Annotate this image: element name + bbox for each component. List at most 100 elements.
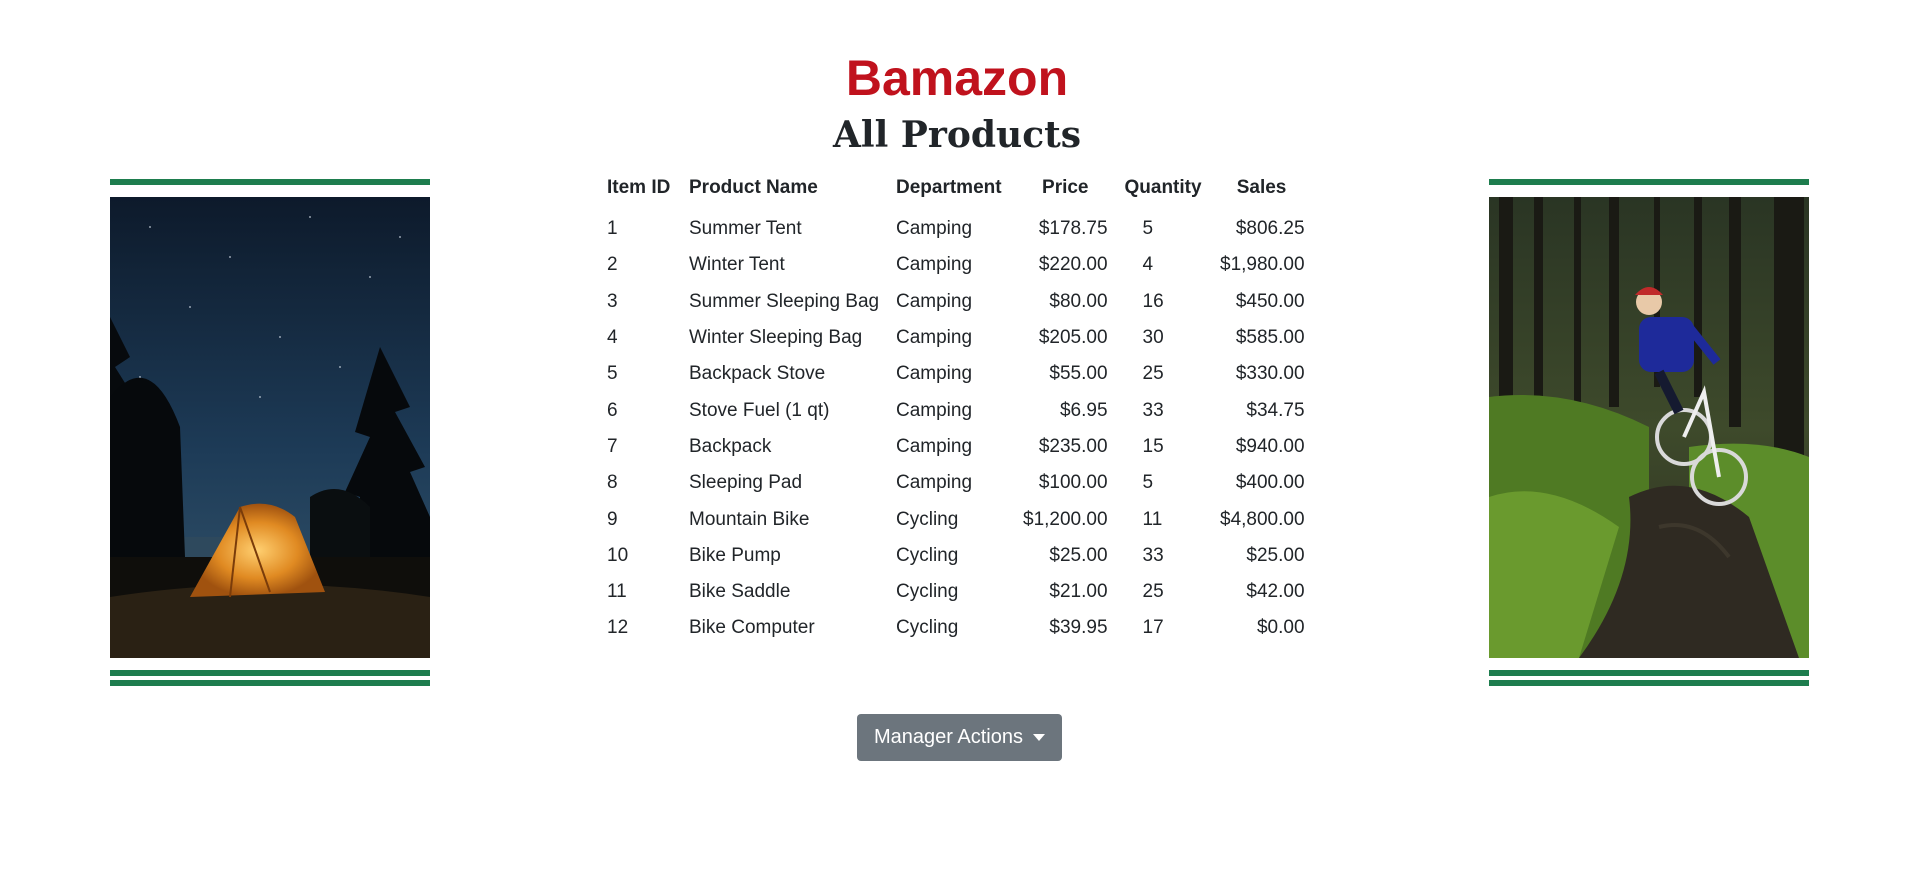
sales-cell: $42.00 (1246, 581, 1305, 603)
product-name-cell: Stove Fuel (1 qt) (689, 399, 830, 421)
department-cell: Camping (896, 290, 973, 312)
table-header-row: Item ID Product Name Department Price Qu… (600, 171, 1312, 211)
sales-cell: $25.00 (1246, 544, 1305, 566)
department-cell: Camping (896, 435, 973, 457)
department-cell: Camping (896, 363, 973, 385)
department-cell: Camping (896, 399, 973, 421)
table-row: 8 Sleeping Pad Camping $100.00 5 $400.00 (600, 465, 1312, 501)
quantity-cell: 4 (1142, 254, 1154, 276)
manager-actions-label: Manager Actions (874, 726, 1023, 748)
item-id-cell: 3 (607, 290, 618, 312)
price-cell: $80.00 (1049, 290, 1108, 312)
product-name-cell: Bike Computer (689, 617, 815, 639)
product-name-cell: Backpack (689, 435, 772, 457)
sales-cell: $585.00 (1235, 327, 1305, 349)
sales-cell: $330.00 (1235, 363, 1305, 385)
department-cell: Cycling (896, 508, 959, 530)
department-cell: Camping (896, 218, 973, 240)
item-id-cell: 7 (607, 435, 618, 457)
table-row: 12 Bike Computer Cycling $39.95 17 $0.00 (600, 610, 1312, 646)
quantity-cell: 5 (1142, 472, 1154, 494)
price-cell: $100.00 (1038, 472, 1108, 494)
item-id-cell: 4 (607, 327, 618, 349)
table-row: 6 Stove Fuel (1 qt) Camping $6.95 33 $34.75 (600, 392, 1312, 428)
sales-cell: $806.25 (1235, 218, 1305, 240)
manager-actions-dropdown-button[interactable]: Manager Actions (857, 714, 1062, 761)
sales-cell: $0.00 (1256, 617, 1305, 639)
table-row: 5 Backpack Stove Camping $55.00 25 $330.00 (600, 356, 1312, 392)
sales-cell: $4,800.00 (1220, 508, 1305, 530)
quantity-cell: 5 (1142, 218, 1154, 240)
table-body: 1 Summer Tent Camping $178.75 5 $806.25 2 Winte… (600, 211, 1312, 647)
column-header-sales: Sales (1236, 177, 1287, 198)
table-row: 3 Summer Sleeping Bag Camping $80.00 16 $450.… (600, 284, 1312, 320)
product-name-cell: Summer Tent (689, 218, 802, 240)
table-row: 2 Winter Tent Camping $220.00 4 $1,980.00 (600, 247, 1312, 283)
green-divider (1489, 179, 1809, 185)
department-cell: Cycling (896, 581, 959, 603)
product-name-cell: Winter Tent (689, 254, 785, 276)
quantity-cell: 15 (1142, 435, 1164, 457)
item-id-cell: 6 (607, 399, 618, 421)
table-row: 10 Bike Pump Cycling $25.00 33 $25.00 (600, 538, 1312, 574)
quantity-cell: 30 (1142, 327, 1164, 349)
price-cell: $178.75 (1038, 218, 1108, 240)
column-header-price: Price (1042, 177, 1089, 198)
page-subtitle: All Products (832, 114, 1082, 156)
item-id-cell: 10 (607, 544, 629, 566)
product-name-cell: Mountain Bike (689, 508, 810, 530)
brand-title: Bamazon (845, 50, 1069, 106)
item-id-cell: 11 (607, 581, 627, 603)
item-id-cell: 1 (607, 218, 618, 240)
green-divider (110, 179, 430, 185)
tent-at-night-photo (110, 197, 430, 658)
table-row: 7 Backpack Camping $235.00 15 $940.00 (600, 429, 1312, 465)
left-photo-frame (110, 179, 430, 686)
products-table: Item ID Product Name Department Price Qu… (600, 171, 1312, 647)
product-name-cell: Summer Sleeping Bag (689, 290, 880, 312)
department-cell: Camping (896, 254, 973, 276)
price-cell: $25.00 (1049, 544, 1108, 566)
green-divider (110, 680, 430, 686)
sales-cell: $400.00 (1235, 472, 1305, 494)
green-divider (1489, 680, 1809, 686)
item-id-cell: 2 (607, 254, 618, 276)
sales-cell: $1,980.00 (1220, 254, 1305, 276)
department-cell: Camping (896, 327, 973, 349)
price-cell: $6.95 (1059, 399, 1108, 421)
item-id-cell: 5 (607, 363, 618, 385)
price-cell: $39.95 (1049, 617, 1108, 639)
department-cell: Cycling (896, 617, 959, 639)
product-name-cell: Bike Pump (689, 544, 781, 566)
product-name-cell: Winter Sleeping Bag (689, 327, 863, 349)
quantity-cell: 25 (1142, 363, 1164, 385)
sales-cell: $940.00 (1235, 435, 1305, 457)
table-row: 11 Bike Saddle Cycling $21.00 25 $42.00 (600, 574, 1312, 610)
price-cell: $21.00 (1049, 581, 1108, 603)
right-photo-frame (1489, 179, 1809, 686)
table-row: 9 Mountain Bike Cycling $1,200.00 11 $4,800.0… (600, 501, 1312, 537)
quantity-cell: 33 (1142, 544, 1164, 566)
column-header-department: Department (896, 177, 1002, 198)
quantity-cell: 25 (1142, 581, 1164, 603)
price-cell: $1,200.00 (1023, 508, 1108, 530)
quantity-cell: 11 (1142, 508, 1163, 530)
table-row: 1 Summer Tent Camping $178.75 5 $806.25 (600, 211, 1312, 247)
mountain-biker-photo (1489, 197, 1809, 658)
quantity-cell: 17 (1142, 617, 1164, 639)
price-cell: $220.00 (1038, 254, 1108, 276)
page: Bamazon All Products Item ID Product Nam… (0, 0, 1914, 870)
quantity-cell: 33 (1142, 399, 1164, 421)
item-id-cell: 12 (607, 617, 629, 639)
item-id-cell: 9 (607, 508, 618, 530)
sales-cell: $34.75 (1246, 399, 1305, 421)
product-name-cell: Sleeping Pad (689, 472, 803, 494)
table-row: 4 Winter Sleeping Bag Camping $205.00 30 $585… (600, 320, 1312, 356)
quantity-cell: 16 (1142, 290, 1164, 312)
column-header-product-name: Product Name (689, 177, 818, 198)
price-cell: $205.00 (1038, 327, 1108, 349)
department-cell: Cycling (896, 544, 959, 566)
column-header-quantity: Quantity (1124, 177, 1202, 198)
column-header-item-id: Item ID (607, 177, 671, 198)
price-cell: $55.00 (1049, 363, 1108, 385)
